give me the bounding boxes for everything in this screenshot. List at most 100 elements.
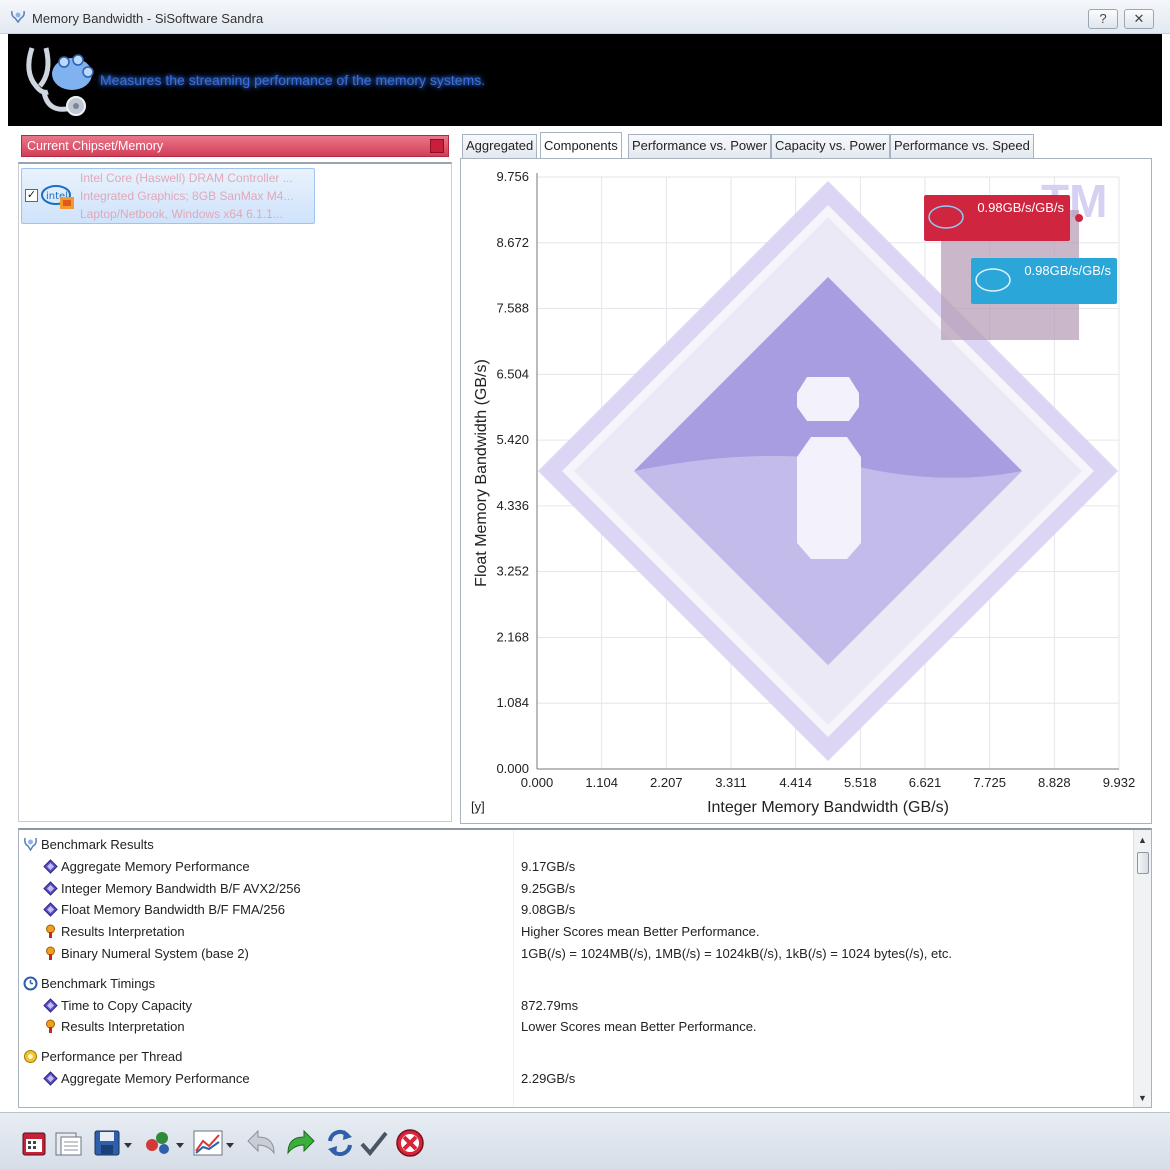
device-panel-header: Current Chipset/Memory	[21, 135, 449, 157]
results-row-results-interpretation[interactable]: Results Interpretation Higher Scores mean…	[19, 921, 1129, 943]
results-row-label: Aggregate Memory Performance	[61, 1071, 250, 1086]
bottom-toolbar	[0, 1112, 1170, 1170]
refresh-icon	[328, 1129, 352, 1157]
results-row-performance-per-thread[interactable]: Performance per Thread	[19, 1046, 1129, 1068]
save-icon	[94, 1130, 132, 1156]
results-row-float-memory-bandwidth-b-f-fma-256[interactable]: Float Memory Bandwidth B/F FMA/256 9.08GB…	[19, 899, 1129, 921]
calendar-button[interactable]	[18, 1127, 50, 1159]
undo-icon	[247, 1129, 275, 1155]
options-icon	[146, 1132, 184, 1154]
results-row-label: Float Memory Bandwidth B/F FMA/256	[61, 902, 285, 918]
device-panel-title: Current Chipset/Memory	[27, 139, 164, 153]
results-row-aggregate-memory-performance[interactable]: Aggregate Memory Performance 2.29GB/s	[19, 1068, 1129, 1090]
close-button[interactable]: ✕	[1124, 9, 1154, 29]
timer-icon	[23, 976, 38, 991]
sandra-app-icon	[11, 10, 25, 24]
results-row-integer-memory-bandwidth-b-f-avx2-256[interactable]: Integer Memory Bandwidth B/F AVX2/256 9.2…	[19, 878, 1129, 900]
results-row-aggregate-memory-performance[interactable]: Aggregate Memory Performance 9.17GB/s	[19, 856, 1129, 878]
results-row-label: Integer Memory Bandwidth B/F AVX2/256	[61, 880, 301, 896]
thread-icon	[23, 1049, 38, 1064]
x-tick-label: 8.828	[1038, 775, 1071, 790]
results-row-benchmark-timings[interactable]: Benchmark Timings	[19, 973, 1129, 995]
scroll-thumb[interactable]	[1137, 852, 1149, 874]
panel-close-icon[interactable]	[430, 139, 444, 153]
results-row-label: Results Interpretation	[61, 924, 185, 940]
results-row-time-to-copy-capacity[interactable]: Time to Copy Capacity 872.79ms	[19, 995, 1129, 1017]
diamond-icon	[43, 1071, 58, 1086]
scatter-chart: TM 0.000 1.104 2.207 3.311 4.414 5.518 6.621 7.…	[471, 169, 1135, 816]
results-row-label: Binary Numeral System (base 2)	[61, 946, 249, 961]
tab-performance-vs-power[interactable]: Performance vs. Power	[628, 134, 772, 158]
refresh-button[interactable]	[324, 1127, 356, 1159]
y-axis-label: Float Memory Bandwidth (GB/s)	[473, 359, 490, 587]
results-row-value: 9.25GB/s	[521, 880, 576, 896]
results-row-value: 9.17GB/s	[521, 858, 576, 874]
results-row-value: Lower Scores mean Better Performance.	[521, 1019, 757, 1035]
chart-button[interactable]	[192, 1127, 238, 1159]
diamond-icon	[43, 859, 58, 874]
report-button[interactable]	[52, 1127, 84, 1159]
x-tick-label: 6.621	[909, 775, 942, 790]
device-line-3: Laptop/Netbook, Windows x64 6.1.1...	[80, 207, 283, 221]
ok-icon	[360, 1131, 388, 1157]
results-tree: Benchmark Results Aggregate Memory Perfor…	[18, 828, 1152, 1108]
tab-capacity-vs-power[interactable]: Capacity vs. Power	[771, 134, 891, 158]
results-row-label: Performance per Thread	[41, 1049, 183, 1065]
results-row-value: 872.79ms	[521, 997, 579, 1013]
y-tick-label: 1.084	[496, 695, 529, 710]
y-tick-label: 7.588	[496, 301, 529, 316]
results-row-value: 9.08GB/s	[521, 902, 576, 918]
tip-icon	[43, 946, 58, 961]
cancel-icon	[396, 1129, 424, 1157]
device-item[interactable]: ✓ intel Intel Core (Haswell) DRAM Contro…	[21, 168, 315, 224]
results-row-label: Results Interpretation	[61, 1019, 185, 1035]
options-button[interactable]	[142, 1127, 188, 1159]
window-title: Memory Bandwidth - SiSoftware Sandra	[32, 11, 264, 26]
cancel-button[interactable]	[394, 1127, 426, 1159]
chart-corner-label: [y]	[471, 799, 485, 814]
tab-performance-vs-speed[interactable]: Performance vs. Speed	[890, 134, 1034, 158]
red-value-label: 0.98GB/s/GB/s	[977, 200, 1064, 215]
x-tick-label: 3.311	[715, 775, 747, 790]
undo-button[interactable]	[246, 1127, 278, 1159]
tab-aggregated[interactable]: Aggregated	[462, 134, 538, 158]
diamond-icon	[43, 997, 58, 1013]
y-tick-label: 5.420	[496, 432, 529, 447]
tab-components[interactable]: Components	[540, 132, 622, 158]
x-tick-label: 7.725	[973, 775, 1006, 790]
help-button[interactable]: ?	[1088, 9, 1118, 29]
y-tick-label: 3.252	[496, 564, 529, 579]
results-row-value: 2.29GB/s	[521, 1071, 576, 1086]
redo-button[interactable]	[284, 1127, 316, 1159]
device-line-2: Integrated Graphics; 8GB SanMax M4...	[80, 189, 294, 203]
scroll-up-icon[interactable]: ▲	[1134, 832, 1151, 848]
results-row-binary-numeral-system-base-2[interactable]: Binary Numeral System (base 2) 1GB(/s) = …	[19, 943, 1129, 965]
redo-icon	[287, 1129, 315, 1155]
x-axis-label: Integer Memory Bandwidth (GB/s)	[707, 799, 949, 816]
results-row-value: Higher Scores mean Better Performance.	[521, 924, 760, 940]
blue-value-label: 0.98GB/s/GB/s	[1024, 263, 1111, 278]
y-tick-label: 6.504	[496, 366, 529, 381]
x-tick-label: 5.518	[844, 775, 877, 790]
save-button[interactable]	[92, 1127, 136, 1159]
y-tick-label: 2.168	[496, 629, 529, 644]
results-row-label: Benchmark Results	[41, 837, 154, 852]
chart-panel: TM 0.000 1.104 2.207 3.311 4.414 5.518 6.621 7.…	[460, 158, 1152, 824]
intel-chip-icon: intel	[41, 185, 74, 209]
results-row-results-interpretation[interactable]: Results Interpretation Lower Scores mean …	[19, 1016, 1129, 1038]
y-tick-label: 9.756	[496, 169, 529, 184]
results-row-label: Time to Copy Capacity	[61, 997, 193, 1013]
x-tick-label: 2.207	[650, 775, 683, 790]
banner-description: Measures the streaming performance of th…	[100, 72, 486, 88]
y-tick-label: 4.336	[496, 498, 529, 513]
results-row-label: Aggregate Memory Performance	[61, 858, 250, 874]
results-scrollbar[interactable]: ▲ ▼	[1133, 830, 1151, 1107]
ok-button[interactable]	[358, 1127, 390, 1159]
chart-icon	[193, 1130, 234, 1156]
x-tick-label: 4.414	[779, 775, 812, 790]
device-checkbox[interactable]: ✓	[25, 189, 38, 202]
results-row-benchmark-results[interactable]: Benchmark Results	[19, 834, 1129, 856]
window-titlebar: Memory Bandwidth - SiSoftware Sandra ? ✕	[0, 0, 1170, 34]
x-tick-label: 0.000	[521, 775, 554, 790]
scroll-down-icon[interactable]: ▼	[1134, 1090, 1151, 1106]
